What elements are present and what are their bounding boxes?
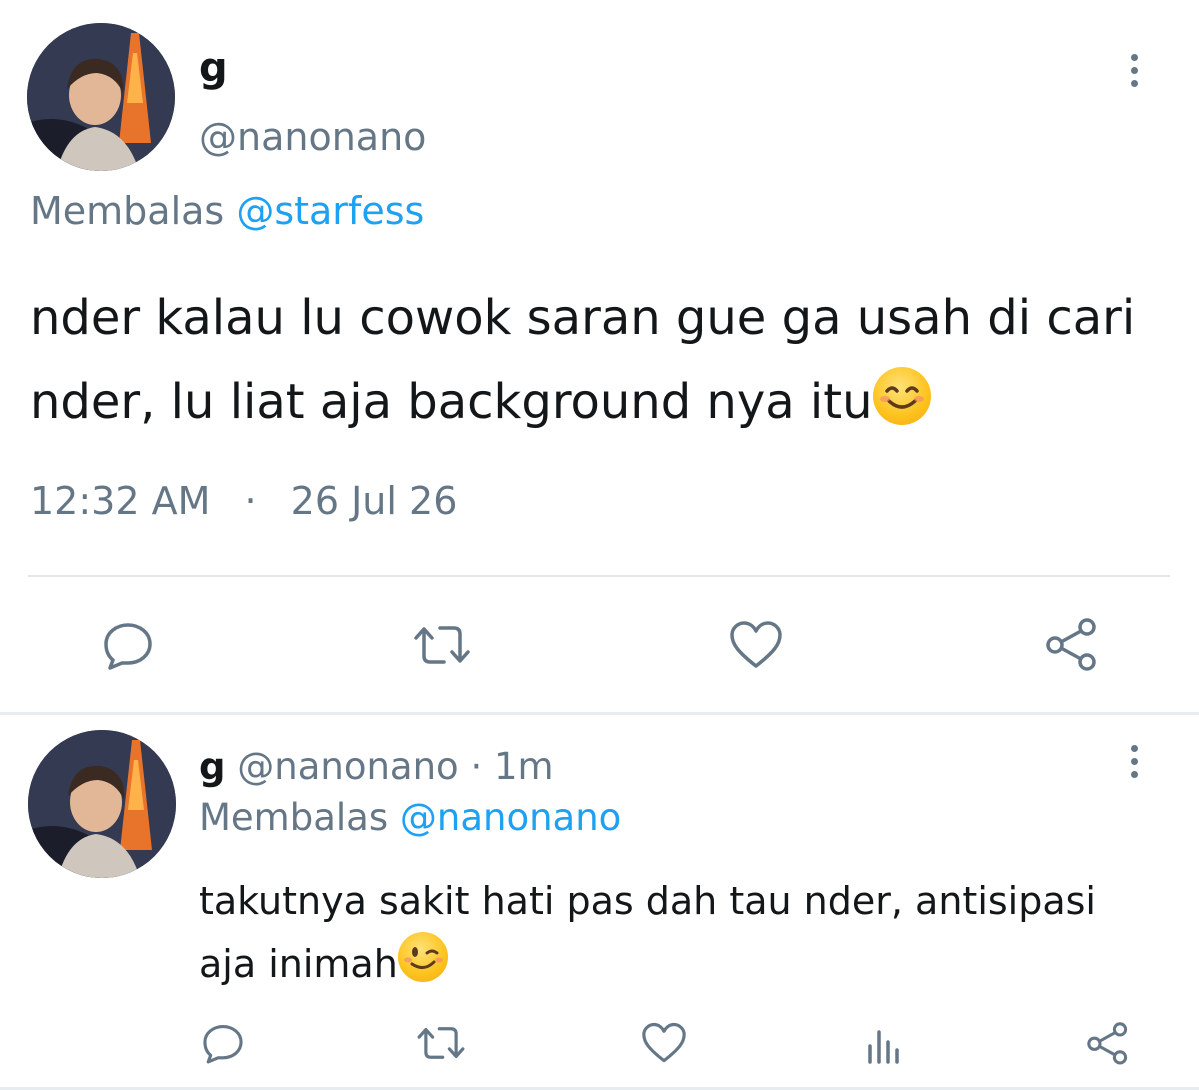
reply-text: takutnya sakit hati pas dah tau nder, an… — [199, 870, 1159, 995]
reply-retweet-icon[interactable] — [414, 1022, 468, 1064]
reply-separator-dot: · — [470, 745, 483, 788]
reply-to-link[interactable]: @nanonano — [400, 796, 621, 839]
reply-prefix: Membalas — [30, 189, 225, 233]
reply-handle[interactable]: @nanonano — [237, 745, 458, 788]
reply-more-options-icon[interactable] — [1131, 745, 1138, 778]
tweet-text-body: nder kalau lu cowok saran gue ga usah di… — [30, 290, 1136, 430]
reply-context: Membalas @starfess — [30, 186, 424, 236]
separator-dot: · — [244, 479, 257, 523]
reply-icon[interactable] — [100, 620, 156, 670]
reply-text-line1: takutnya sakit hati pas dah tau nder, an… — [199, 879, 1096, 923]
reply-like-icon[interactable] — [640, 1022, 688, 1064]
winking-face-emoji-icon — [397, 932, 448, 982]
reply-header: g @nanonano · 1m — [199, 744, 554, 790]
share-icon[interactable] — [1042, 616, 1102, 672]
like-icon[interactable] — [728, 620, 784, 670]
tweet-date: 26 Jul 26 — [290, 479, 458, 523]
section-divider — [0, 712, 1199, 715]
tweet-text: nder kalau lu cowok saran gue ga usah di… — [30, 276, 1155, 444]
timestamp[interactable]: 12:32 AM · 26 Jul 26 — [30, 476, 457, 526]
retweet-icon[interactable] — [410, 620, 474, 670]
reply-prefix: Membalas — [199, 796, 389, 839]
more-options-icon[interactable] — [1131, 54, 1138, 87]
reply-to-link[interactable]: @starfess — [236, 189, 424, 233]
divider — [28, 575, 1170, 577]
handle[interactable]: @nanonano — [199, 112, 426, 162]
reply-analytics-icon[interactable] — [862, 1022, 908, 1064]
reply-reply-icon[interactable] — [200, 1022, 246, 1064]
reply-share-icon[interactable] — [1084, 1020, 1132, 1066]
smiling-face-emoji-icon — [872, 366, 931, 425]
tweet-time: 12:32 AM — [30, 479, 211, 523]
reply-age: 1m — [493, 745, 554, 788]
reply-text-line2: aja inimah — [199, 942, 398, 987]
reply-context: Membalas @nanonano — [199, 795, 621, 841]
reply-avatar[interactable] — [28, 730, 176, 878]
avatar[interactable] — [27, 23, 175, 171]
reply-display-name[interactable]: g — [199, 745, 226, 788]
display-name[interactable]: g — [199, 44, 228, 92]
